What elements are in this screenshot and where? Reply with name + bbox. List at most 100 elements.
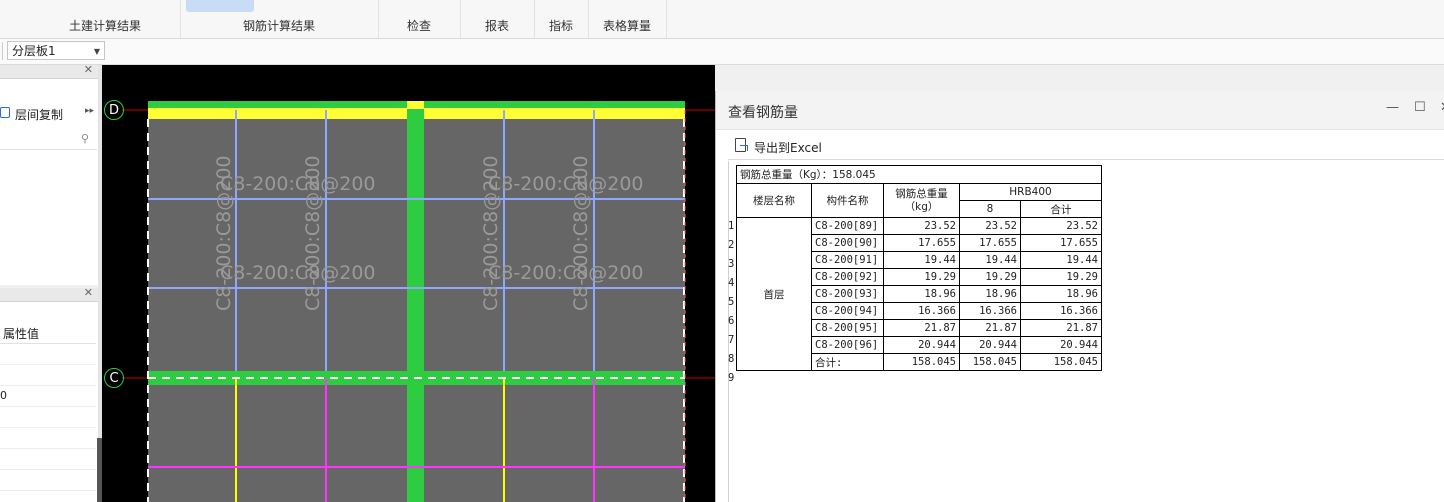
header-grade[interactable]: HRB400: [959, 183, 1102, 201]
row-number: 4: [728, 277, 735, 289]
axis-label-d[interactable]: D: [104, 100, 124, 120]
row-number: 8: [728, 353, 735, 365]
member-cell[interactable]: C8-200[96]: [811, 336, 884, 354]
property-row[interactable]: [0, 449, 96, 470]
property-row[interactable]: 0: [0, 386, 96, 407]
d8-cell[interactable]: 18.96: [959, 285, 1021, 303]
property-row[interactable]: [0, 344, 96, 365]
total-cell[interactable]: 21.87: [883, 319, 960, 337]
sum-cell[interactable]: 158.045: [1020, 353, 1102, 371]
d8-cell[interactable]: 158.045: [959, 353, 1021, 371]
beam-node: [407, 101, 424, 109]
sum-cell[interactable]: 18.96: [1020, 285, 1102, 303]
total-cell[interactable]: 20.944: [883, 336, 960, 354]
member-cell[interactable]: C8-200[89]: [811, 217, 884, 235]
ribbon: 土建计算结果 钢筋计算结果 检查 报表 指标 表格算量: [0, 0, 1444, 39]
row-number: 3: [728, 258, 735, 270]
property-row[interactable]: [0, 428, 96, 449]
d8-cell[interactable]: 16.366: [959, 302, 1021, 320]
close-icon[interactable]: ✕: [84, 63, 93, 76]
property-row[interactable]: [0, 470, 96, 491]
slab-label[interactable]: C8-200:C8@200: [220, 173, 376, 195]
axis-label-c[interactable]: C: [104, 368, 124, 388]
floor-selector[interactable]: 分层板1 ▼: [7, 41, 105, 60]
d8-cell[interactable]: 19.44: [959, 251, 1021, 269]
properties-header: 属性值: [0, 321, 96, 344]
total-cell[interactable]: 158.045: [883, 353, 960, 371]
slab-label-vertical[interactable]: C8-200:C8@200: [213, 156, 235, 312]
total-cell[interactable]: 17.655: [883, 234, 960, 252]
d8-cell[interactable]: 20.944: [959, 336, 1021, 354]
sum-label-cell[interactable]: 合计:: [811, 353, 884, 371]
properties-panel: ✕ 属性值 0: [0, 286, 99, 502]
sum-cell[interactable]: 17.655: [1020, 234, 1102, 252]
member-cell[interactable]: C8-200[94]: [811, 302, 884, 320]
total-cell[interactable]: 18.96: [883, 285, 960, 303]
ribbon-group-rebar-results[interactable]: 钢筋计算结果: [180, 0, 379, 38]
sum-cell[interactable]: 19.29: [1020, 268, 1102, 286]
ribbon-group-indicator[interactable]: 指标: [534, 0, 589, 38]
more-icon[interactable]: ▸▸: [85, 106, 94, 116]
sum-cell[interactable]: 23.52: [1020, 217, 1102, 235]
sum-cell[interactable]: 16.366: [1020, 302, 1102, 320]
dialog-title-bar[interactable]: 查看钢筋量 — ☐ ✕: [716, 91, 1444, 130]
slab-label[interactable]: C8-200:C8@200: [220, 262, 376, 284]
header-diameter[interactable]: 8: [959, 200, 1021, 218]
beam-vertical-green[interactable]: [407, 101, 424, 502]
panel-header: ✕: [0, 286, 98, 302]
member-cell[interactable]: C8-200[93]: [811, 285, 884, 303]
total-cell[interactable]: 19.29: [883, 268, 960, 286]
ribbon-group-civil-results[interactable]: 土建计算结果: [30, 0, 181, 38]
total-cell[interactable]: 23.52: [883, 217, 960, 235]
header-sum[interactable]: 合计: [1020, 200, 1102, 218]
slab-label-vertical[interactable]: C8-200:C8@200: [570, 156, 592, 312]
header-total-weight[interactable]: 钢筋总重量（kg）: [883, 183, 960, 218]
sum-cell[interactable]: 20.944: [1020, 336, 1102, 354]
chevron-down-icon: ▼: [93, 47, 100, 56]
total-cell[interactable]: 16.366: [883, 302, 960, 320]
d8-cell[interactable]: 17.655: [959, 234, 1021, 252]
member-cell[interactable]: C8-200[95]: [811, 319, 884, 337]
rebar-table-container: 1 2 3 4 5 6 7 8 9 钢筋总重量（Kg）：158.045 楼层名称…: [728, 161, 1444, 502]
ribbon-group-check[interactable]: 检查: [378, 0, 461, 38]
table-row[interactable]: 首层 C8-200[89] 23.52 23.52 23.52: [736, 217, 1102, 371]
floor-name-cell[interactable]: 首层: [736, 217, 812, 371]
header-floor-name[interactable]: 楼层名称: [736, 183, 812, 218]
minimize-icon[interactable]: —: [1386, 100, 1399, 115]
ribbon-group-report[interactable]: 报表: [460, 0, 535, 38]
member-cell[interactable]: C8-200[90]: [811, 234, 884, 252]
d8-cell[interactable]: 21.87: [959, 319, 1021, 337]
total-cell[interactable]: 19.44: [883, 251, 960, 269]
close-icon[interactable]: ✕: [1440, 100, 1444, 115]
row-number: 2: [728, 239, 735, 251]
property-row[interactable]: [0, 407, 96, 428]
copy-icon: [0, 107, 10, 118]
total-weight-cell[interactable]: 钢筋总重量（Kg）：158.045: [736, 165, 1102, 184]
header-member-name[interactable]: 构件名称: [811, 183, 884, 218]
row-number: 7: [728, 334, 735, 346]
d8-cell[interactable]: 23.52: [959, 217, 1021, 235]
floor-copy-button[interactable]: 层间复制 ▸▸: [0, 103, 98, 125]
d8-cell[interactable]: 19.29: [959, 268, 1021, 286]
slab-label[interactable]: C8-200:C8@200: [488, 262, 644, 284]
maximize-icon[interactable]: ☐: [1414, 100, 1426, 115]
property-row[interactable]: [0, 365, 96, 386]
close-icon[interactable]: ✕: [84, 286, 93, 299]
floor-plan-drawing[interactable]: C8-200:C8@200 C8-200:C8@200 C8-200:C8@20…: [102, 65, 715, 502]
component-search-input[interactable]: ⚲: [0, 129, 97, 150]
component-list-panel: ✕ 层间复制 ▸▸ ⚲: [0, 63, 99, 285]
sum-cell[interactable]: 21.87: [1020, 319, 1102, 337]
sum-cell[interactable]: 19.44: [1020, 251, 1102, 269]
slab-label-vertical[interactable]: C8-200:C8@200: [480, 156, 502, 312]
export-icon: [735, 138, 748, 152]
member-cell[interactable]: C8-200[92]: [811, 268, 884, 286]
slab-label[interactable]: C8-200:C8@200: [488, 173, 644, 195]
row-number: 6: [728, 315, 735, 327]
search-icon: ⚲: [80, 132, 89, 145]
member-cell[interactable]: C8-200[91]: [811, 251, 884, 269]
panel-header: ✕: [0, 63, 98, 79]
ribbon-group-table-quantity[interactable]: 表格算量: [588, 0, 667, 38]
drawing-canvas[interactable]: C8-200:C8@200 C8-200:C8@200 C8-200:C8@20…: [102, 65, 715, 502]
slab-label-vertical[interactable]: C8-200:C8@200: [302, 156, 324, 312]
export-excel-button[interactable]: 导出到Excel: [728, 135, 1444, 160]
